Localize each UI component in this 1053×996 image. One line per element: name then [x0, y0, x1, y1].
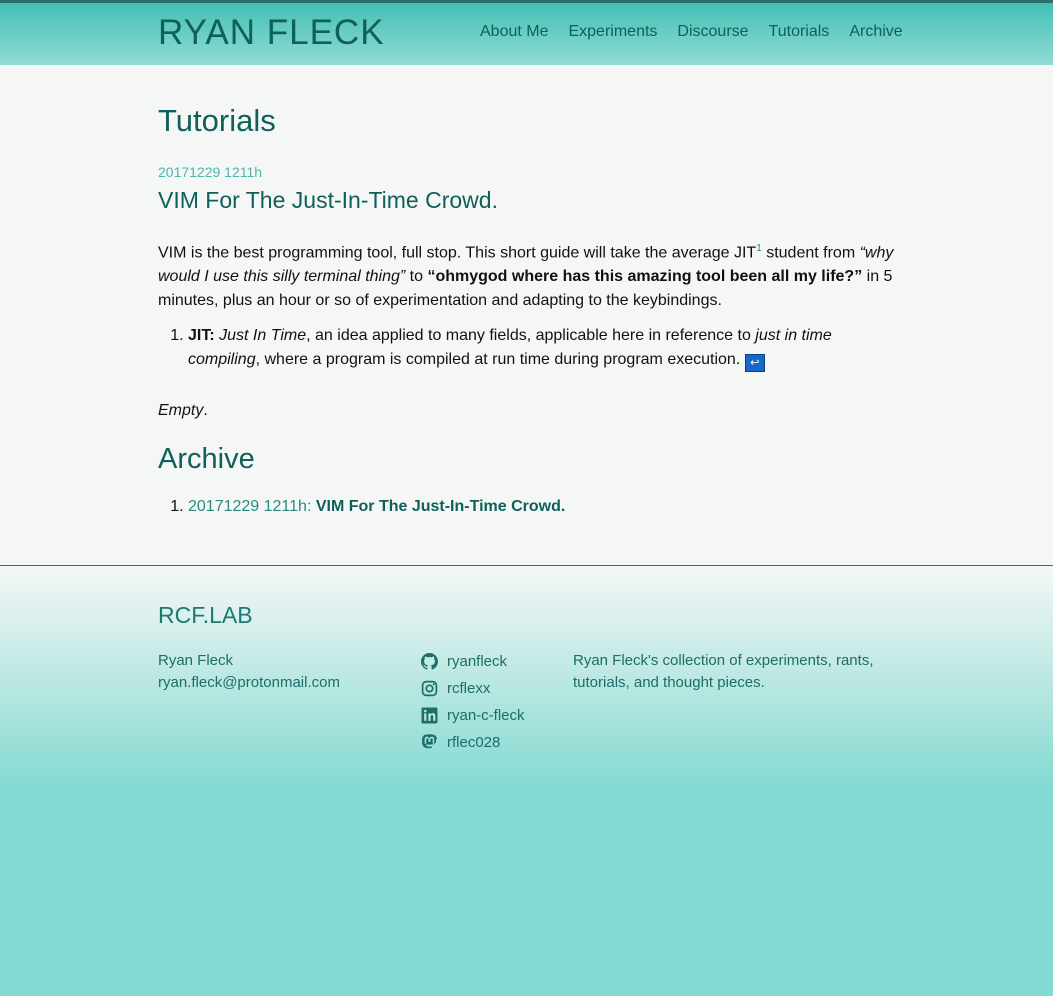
post-title-link[interactable]: VIM For The Just-In-Time Crowd. — [158, 187, 498, 214]
archive-item-link[interactable]: VIM For The Just-In-Time Crowd. — [316, 498, 566, 515]
archive-list: 20171229 1211h: VIM For The Just-In-Time… — [158, 498, 565, 516]
social-mastodon-handle: rflec028 — [447, 734, 501, 751]
nav-tutorials[interactable]: Tutorials — [769, 23, 830, 41]
footnote-term: JIT: — [188, 327, 215, 344]
main-nav: About Me Experiments Discourse Tutorials… — [480, 23, 903, 41]
footnote-backref-icon[interactable]: ↩ — [744, 354, 765, 372]
footnote-text: , an idea applied to many fields, applic… — [306, 327, 756, 344]
post-intro: VIM is the best programming tool, full s… — [158, 237, 903, 313]
page-title: Tutorials — [158, 103, 276, 138]
linkedin-icon — [421, 707, 438, 724]
social-linkedin-handle: ryan-c-fleck — [447, 707, 525, 724]
social-github-link[interactable]: ryanfleck — [421, 648, 525, 675]
social-linkedin-link[interactable]: ryan-c-fleck — [421, 702, 525, 729]
nav-archive[interactable]: Archive — [849, 23, 902, 41]
footer-description: Ryan Fleck's collection of experiments, … — [573, 652, 874, 691]
main-content: Tutorials 20171229 1211h VIM For The Jus… — [0, 65, 1053, 566]
social-instagram-handle: rcflexx — [447, 680, 491, 697]
footnotes-list: JIT: Just In Time, an idea applied to ma… — [158, 324, 903, 372]
archive-item-date: 20171229 1211h — [188, 498, 307, 515]
empty-label: Empty — [158, 402, 204, 419]
social-instagram-link[interactable]: rcflexx — [421, 675, 525, 702]
footnote-emphasis: Just In Time — [219, 327, 307, 344]
nav-discourse[interactable]: Discourse — [677, 23, 748, 41]
footer-socials: ryanfleck rcflexx ryan-c-fleck rflec028 — [421, 648, 525, 756]
mastodon-icon — [422, 734, 437, 749]
empty-text: Empty. — [158, 402, 208, 419]
footer-name: Ryan Fleck — [158, 652, 234, 669]
site-header: RYAN FLECK About Me Experiments Discours… — [0, 0, 1053, 65]
site-footer: RCF.LAB Ryan Fleck ryan.fleck@protonmail… — [0, 566, 1053, 996]
nav-experiments[interactable]: Experiments — [568, 23, 657, 41]
intro-strong: “ohmygod where has this amazing tool bee… — [427, 268, 863, 286]
github-icon — [421, 653, 438, 670]
footer-brand: RCF.LAB — [158, 602, 253, 628]
archive-title: Archive — [158, 443, 255, 475]
intro-text: to — [405, 268, 428, 286]
instagram-icon — [421, 680, 438, 697]
intro-text: student from — [761, 244, 860, 262]
footer-contact: Ryan Fleck ryan.fleck@protonmail.com — [158, 650, 340, 694]
footnote-item: JIT: Just In Time, an idea applied to ma… — [188, 324, 903, 372]
social-github-handle: ryanfleck — [447, 653, 508, 670]
footnote-text: , where a program is compiled at run tim… — [255, 351, 745, 368]
post-date: 20171229 1211h — [158, 164, 263, 180]
archive-item-separator: : — [306, 498, 316, 515]
intro-text: VIM is the best programming tool, full s… — [158, 244, 757, 262]
site-title-link[interactable]: RYAN FLECK — [158, 13, 385, 53]
social-mastodon-link[interactable]: rflec028 — [421, 729, 525, 756]
archive-item: 20171229 1211h: VIM For The Just-In-Time… — [188, 498, 565, 516]
nav-about-me[interactable]: About Me — [480, 23, 548, 41]
footer-email[interactable]: ryan.fleck@protonmail.com — [158, 672, 340, 694]
